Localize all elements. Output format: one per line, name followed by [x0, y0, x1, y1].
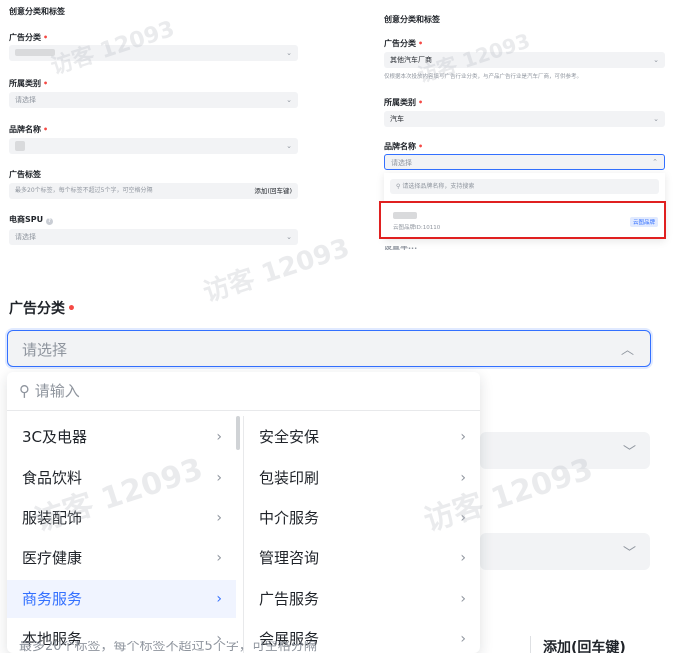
category-dropdown: ⚲ 请输入 3C及电器 › 食品饮料 › 服装配饰 › 医疗健康 › 商务服务 › 本地服…	[7, 372, 480, 653]
chevron-right-icon: ›	[216, 429, 222, 445]
chevron-right-icon: ›	[216, 550, 222, 566]
sub-option-item[interactable]: 管理咨询 ›	[244, 539, 480, 577]
category-placeholder: 请选择	[15, 96, 36, 104]
chevron-down-icon: ⌄	[286, 142, 292, 150]
chevron-down-icon: ⌄	[286, 96, 292, 104]
option-item[interactable]: 服装配饰 ›	[7, 499, 236, 537]
option-item[interactable]: 3C及电器 ›	[7, 418, 236, 456]
search-icon: ⚲	[396, 183, 401, 190]
help-icon[interactable]: ?	[45, 218, 53, 225]
dropdown-search[interactable]: ⚲ 请输入	[19, 380, 80, 401]
option-item-active[interactable]: 商务服务 ›	[7, 580, 236, 618]
spu-placeholder: 请选择	[15, 233, 36, 241]
option-item[interactable]: 医疗健康 ›	[7, 539, 236, 577]
next-field-label: 设置车...	[384, 246, 417, 250]
tag-placeholder: 最多20个标签，每个标签不超过5个字，可空格分隔	[15, 187, 153, 194]
brand-search-input[interactable]: ⚲ 请选择品牌名称，支持搜索	[390, 179, 659, 194]
chevron-right-icon: ›	[460, 550, 466, 566]
ad-category-value: 其他汽车厂商	[390, 56, 432, 64]
sub-option-item[interactable]: 中介服务 ›	[244, 499, 480, 537]
category-select[interactable]: 请选择 ⌄	[9, 92, 298, 108]
option-item[interactable]: 食品饮料 ›	[7, 459, 236, 497]
spu-label: 电商SPU ?	[9, 214, 53, 225]
category-hint: 仅根据本次投放内容填写广告行业分类，与产品广告行业是汽车厂商，可供参考。	[384, 74, 583, 80]
highlighted-brand-option[interactable]: 云图品牌ID:10110 云图品牌	[379, 201, 666, 239]
sub-option-item[interactable]: 安全安保 ›	[244, 418, 480, 456]
brand-id: 云图品牌ID:10110	[393, 225, 441, 231]
category-select[interactable]: 汽车 ⌄	[384, 111, 665, 127]
chevron-down-icon: ⌄	[653, 56, 659, 64]
sub-option-item[interactable]: 广告服务 ›	[244, 580, 480, 618]
brand-select[interactable]: ⌄	[9, 138, 298, 154]
chevron-down-icon: ⌄	[653, 115, 659, 123]
ad-category-label: 广告分类 •	[384, 39, 424, 48]
chevron-right-icon: ›	[460, 470, 466, 486]
chevron-right-icon: ›	[216, 510, 222, 526]
zoom-ad-category-select[interactable]: 请选择 ︿	[7, 330, 651, 367]
chevron-right-icon: ›	[460, 510, 466, 526]
search-icon: ⚲	[19, 382, 30, 400]
chevron-down-icon: ⌄	[286, 49, 292, 57]
chevron-right-icon: ›	[460, 631, 466, 647]
chevron-right-icon: ›	[216, 470, 222, 486]
blurred-brand-name	[393, 212, 417, 219]
chevron-right-icon: ›	[460, 429, 466, 445]
sub-option-item[interactable]: 包装印刷 ›	[244, 459, 480, 497]
chevron-right-icon: ›	[216, 591, 222, 607]
category-value: 汽车	[390, 115, 404, 123]
chevron-up-icon: ︿	[620, 343, 634, 358]
brand-placeholder: 请选择	[391, 159, 412, 167]
section-title: 创意分类和标签	[384, 15, 440, 24]
brand-label: 品牌名称 •	[9, 125, 49, 134]
section-title: 创意分类和标签	[9, 7, 65, 16]
zoom-placeholder: 请选择	[22, 341, 68, 359]
ad-category-select[interactable]: 其他汽车厂商 ⌄	[384, 52, 665, 68]
background-select[interactable]: ﹀	[480, 432, 650, 469]
tag-input-placeholder: 最多20个标签，每个标签不超过5个字，可空格分隔	[19, 641, 317, 653]
blurred-value	[15, 49, 55, 56]
brand-label: 品牌名称 •	[384, 142, 424, 151]
divider	[7, 410, 480, 411]
spu-select[interactable]: 请选择 ⌄	[9, 229, 298, 245]
ad-category-select[interactable]: ⌄	[9, 45, 298, 61]
tag-label: 广告标签	[9, 170, 41, 179]
category-label: 所属类别 •	[384, 98, 424, 107]
chevron-down-icon: ﹀	[622, 546, 636, 561]
scrollbar[interactable]	[236, 416, 240, 450]
blurred-value	[15, 141, 25, 151]
zoom-title: 广告分类 •	[9, 301, 76, 317]
chevron-down-icon: ﹀	[622, 445, 636, 460]
ad-category-label: 广告分类 •	[9, 33, 49, 42]
brand-select[interactable]: 请选择 ⌃	[384, 154, 665, 170]
chevron-right-icon: ›	[460, 591, 466, 607]
tag-add-button[interactable]: 添加(回车键)	[254, 183, 292, 199]
background-select[interactable]: ﹀	[480, 533, 650, 570]
chevron-up-icon: ⌃	[652, 158, 658, 166]
right-panel: 创意分类和标签 广告分类 • 其他汽车厂商 ⌄ 仅根据本次投放内容填写广告行业分类…	[371, 0, 678, 250]
tag-input[interactable]: 最多20个标签，每个标签不超过5个字，可空格分隔 添加(回车键)	[9, 183, 298, 199]
tag-add-button[interactable]: 添加(回车键)	[530, 636, 652, 653]
chevron-down-icon: ⌄	[286, 233, 292, 241]
category-label: 所属类别 •	[9, 79, 49, 88]
brand-badge: 云图品牌	[629, 217, 658, 227]
